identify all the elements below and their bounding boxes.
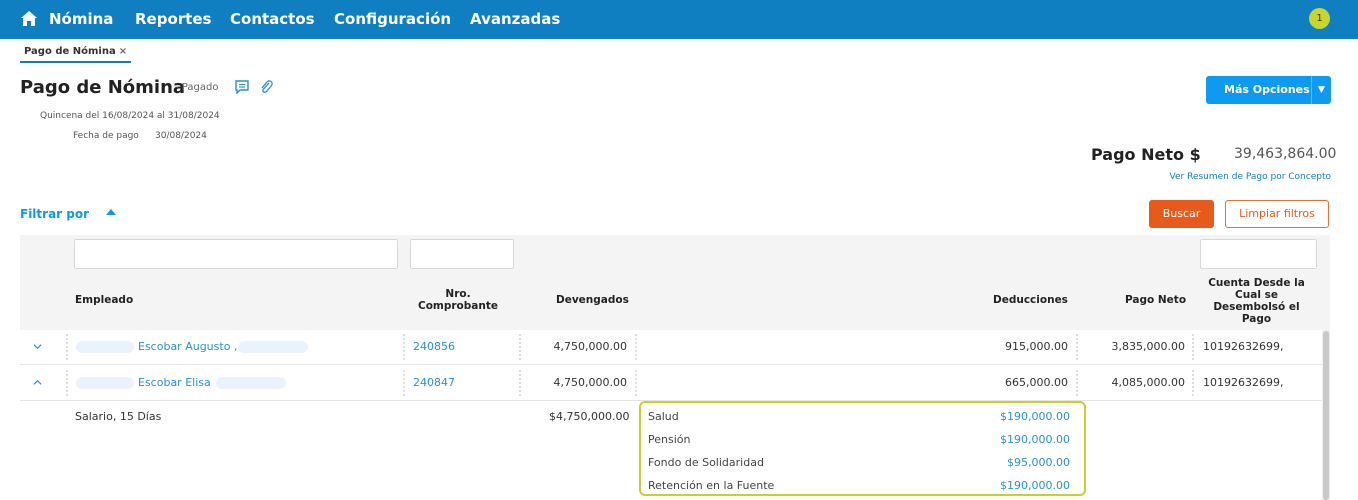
- notification-badge[interactable]: 1: [1309, 8, 1330, 29]
- nav-avanzadas[interactable]: Avanzadas: [470, 10, 560, 28]
- tab-label: Pago de Nómina: [24, 46, 116, 57]
- employee-name-link[interactable]: Escobar Elisa: [138, 366, 211, 400]
- net-pay-value: 4,085,000.00: [1111, 376, 1185, 389]
- header-deductions[interactable]: Deducciones: [993, 294, 1068, 306]
- top-navbar: Nómina Reportes Contactos Configuración …: [0, 0, 1358, 39]
- scrollbar-thumb[interactable]: [1323, 331, 1329, 500]
- home-icon[interactable]: [20, 10, 38, 27]
- more-options-label: Más Opciones: [1224, 83, 1310, 96]
- filter-toggle[interactable]: Filtrar por: [20, 207, 89, 221]
- payroll-period: Quincena del 16/08/2024 al 31/08/2024: [40, 111, 220, 121]
- clear-filters-button[interactable]: Limpiar filtros: [1225, 200, 1329, 228]
- more-options-button[interactable]: Más Opciones ▼: [1206, 76, 1331, 104]
- nav-configuracion[interactable]: Configuración: [334, 10, 451, 28]
- page-title: Pago de Nómina: [20, 77, 186, 98]
- header-account-line: Cual se: [1235, 289, 1278, 301]
- close-icon[interactable]: ×: [119, 46, 127, 57]
- chevron-up-icon[interactable]: [33, 378, 42, 387]
- header-earned[interactable]: Devengados: [556, 294, 629, 306]
- deduction-name: Retención en la Fuente: [648, 479, 775, 492]
- account-value: 10192632699, Banc...: [1203, 376, 1284, 423]
- earning-concept: Salario, 15 Días: [75, 410, 162, 423]
- voucher-link[interactable]: 240847: [413, 366, 455, 400]
- header-voucher-line: Comprobante: [418, 300, 498, 312]
- caret-down-icon[interactable]: ▼: [1311, 76, 1331, 104]
- deduction-name: Pensión: [648, 433, 691, 446]
- earned-value: 4,750,000.00: [553, 340, 627, 353]
- pay-date-value: 30/08/2024: [155, 131, 207, 141]
- employee-name-link[interactable]: Escobar Augusto ,: [138, 330, 237, 364]
- header-net-pay[interactable]: Pago Neto: [1125, 294, 1186, 306]
- nav-reportes[interactable]: Reportes: [135, 10, 211, 28]
- deduction-name: Fondo de Solidaridad: [648, 456, 764, 469]
- employee-filter-input[interactable]: [74, 239, 398, 269]
- deductions-breakdown: Salud $190,000.00 Pensión $190,000.00 Fo…: [639, 401, 1086, 496]
- net-pay-value: 39,463,864.00: [1234, 146, 1337, 162]
- header-account-line: Desembolsó el: [1213, 301, 1300, 313]
- header-employee[interactable]: Empleado: [75, 294, 133, 306]
- table-row[interactable]: Escobar Elisa 240847 4,750,000.00 665,00…: [20, 366, 1322, 423]
- comment-icon[interactable]: [235, 80, 249, 94]
- paperclip-icon[interactable]: [259, 79, 273, 95]
- voucher-link[interactable]: 240856: [413, 330, 455, 364]
- net-pay-value: 3,835,000.00: [1111, 340, 1185, 353]
- account-filter-input[interactable]: [1200, 239, 1317, 269]
- earning-concept-value: $4,750,000.00: [549, 410, 630, 423]
- net-pay-label: Pago Neto $: [1091, 145, 1201, 164]
- caret-up-icon[interactable]: [106, 209, 116, 215]
- table-row[interactable]: Escobar Augusto , 240856 4,750,000.00 91…: [20, 330, 1322, 387]
- nav-nomina[interactable]: Nómina: [49, 10, 113, 28]
- header-account-line: Cuenta Desde la: [1208, 277, 1305, 289]
- status-badge: - Pagado: [175, 82, 219, 93]
- account-value: 10192632699, Banc...: [1203, 340, 1284, 387]
- earned-value: 4,750,000.00: [553, 376, 627, 389]
- nav-contactos[interactable]: Contactos: [230, 10, 315, 28]
- payment-summary-link[interactable]: Ver Resumen de Pago por Concepto: [1170, 172, 1331, 182]
- header-voucher[interactable]: Nro. Comprobante: [412, 288, 504, 312]
- deductions-value: 915,000.00: [1005, 340, 1068, 353]
- deduction-value[interactable]: $190,000.00: [1000, 479, 1070, 492]
- chevron-down-icon[interactable]: [33, 342, 42, 351]
- deduction-value[interactable]: $95,000.00: [1007, 456, 1070, 469]
- tab-pago-de-nomina[interactable]: Pago de Nómina ×: [20, 45, 132, 63]
- deduction-value[interactable]: $190,000.00: [1000, 433, 1070, 446]
- deduction-name: Salud: [648, 410, 679, 423]
- search-button[interactable]: Buscar: [1149, 200, 1214, 228]
- deduction-value[interactable]: $190,000.00: [1000, 410, 1070, 423]
- header-voucher-line: Nro.: [445, 288, 471, 300]
- header-account[interactable]: Cuenta Desde la Cual se Desembolsó el Pa…: [1200, 277, 1313, 325]
- voucher-filter-input[interactable]: [410, 239, 514, 269]
- pay-date-label: Fecha de pago: [73, 131, 139, 141]
- deductions-value: 665,000.00: [1005, 376, 1068, 389]
- header-account-line: Pago: [1241, 313, 1272, 325]
